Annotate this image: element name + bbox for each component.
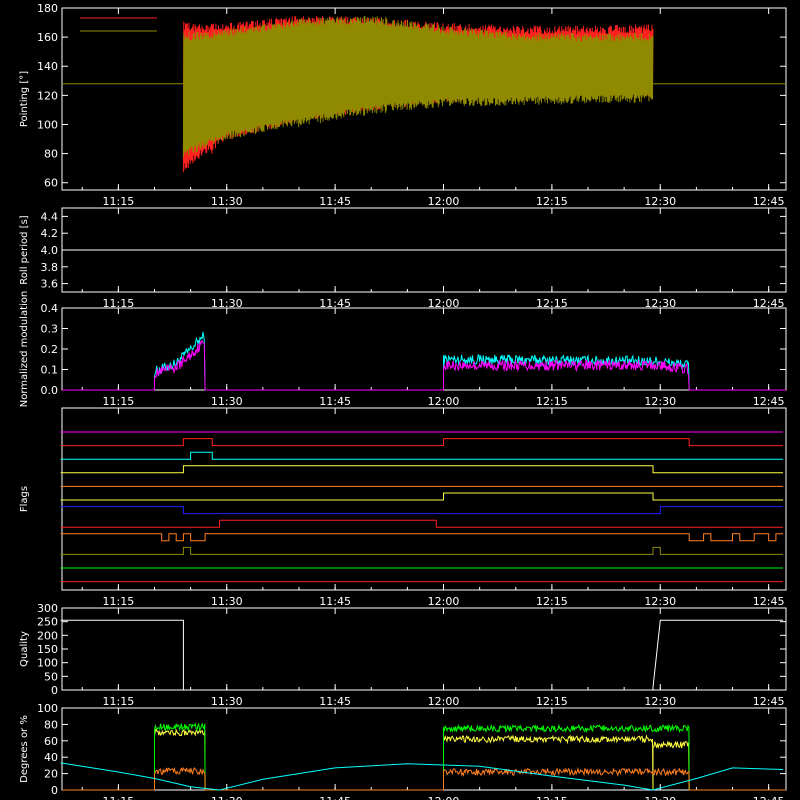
- x-tick-label: 12:45: [753, 595, 785, 608]
- x-tick-label: 11:45: [319, 795, 351, 800]
- x-tick-label: 12:15: [536, 595, 568, 608]
- x-tick-label: 12:00: [428, 795, 460, 800]
- x-tick-label: 12:45: [753, 195, 785, 208]
- pointing-traces: [62, 15, 786, 173]
- flag-trace-flare_flag: [60, 492, 784, 501]
- y-tick-label: 20: [44, 768, 58, 781]
- y-tick-label: 0.4: [41, 302, 59, 315]
- y-tick-label: 3.8: [41, 261, 59, 274]
- x-tick-label: 12:45: [753, 695, 785, 708]
- y-tick-label: 160: [37, 31, 58, 44]
- y-tick-label: 40: [44, 751, 58, 764]
- series-geomagnetic-latitude: [60, 762, 784, 791]
- x-tick-label: 11:30: [211, 395, 243, 408]
- x-tick-label: 12:00: [428, 595, 460, 608]
- y-tick-label: 140: [37, 60, 58, 73]
- legend: [80, 17, 157, 32]
- y-tick-label: 0: [51, 784, 58, 797]
- plot-frame: [61, 407, 787, 591]
- x-tick-label: 12:30: [644, 795, 676, 800]
- x-tick-label: 11:15: [103, 595, 135, 608]
- x-tick-label: 11:15: [103, 795, 135, 800]
- x-tick-label: 12:00: [428, 695, 460, 708]
- x-tick-label: 12:30: [644, 395, 676, 408]
- y-tick-label: 3.6: [41, 278, 59, 291]
- y-axis-label: Roll period [s]: [19, 215, 30, 284]
- x-tick-label: 11:45: [319, 695, 351, 708]
- panel-modulation: 11:15 11:30 11:45 12:00 12:15 12:30 12:45 Norma…: [19, 291, 787, 408]
- plot-frame: [61, 307, 787, 391]
- x-tick-label: 12:15: [536, 195, 568, 208]
- series-max_det_vs_tot: [62, 766, 786, 791]
- flag-trace-gap_flag: [60, 438, 784, 447]
- y-tick-label: 80: [44, 148, 58, 161]
- y-tick-label: 50: [44, 670, 58, 683]
- x-tick-label: 11:30: [211, 695, 243, 708]
- y-tick-label: 100: [37, 702, 58, 715]
- panel-roll_period: 11:15 11:30 11:45 12:00 12:15 12:30 12:45Roll …: [19, 207, 787, 310]
- y-tick-label: 150: [37, 643, 58, 656]
- y-tick-label: 120: [37, 89, 58, 102]
- x-tick-label: 11:45: [319, 595, 351, 608]
- x-tick-label: 12:30: [644, 695, 676, 708]
- flag-trace-eclipse_flag: [60, 506, 784, 515]
- y-tick-label: 100: [37, 657, 58, 670]
- y-tick-label: 0: [51, 684, 58, 697]
- y-axis-label: Pointing [°]: [19, 71, 30, 127]
- flag-trace-aaz_flag: [60, 546, 784, 555]
- x-tick-label: 11:15: [103, 695, 135, 708]
- y-tick-label: 180: [37, 2, 58, 15]
- y-tick-label: 0.1: [41, 364, 59, 377]
- x-tick-label: 11:15: [103, 195, 135, 208]
- panel-front_ratio: 11:15 11:30 11:45 12:00 12:15 12:30 12:45 Degre…: [19, 702, 787, 800]
- flag-trace-possible_flare: [60, 451, 784, 460]
- y-axis-label: Quality: [19, 631, 30, 667]
- flag-trace-sc_in_sunlight: [60, 465, 784, 474]
- x-tick-label: 11:15: [103, 395, 135, 408]
- x-tick-label: 12:30: [644, 195, 676, 208]
- y-tick-label: 300: [37, 602, 58, 615]
- series-front_ratio: [62, 728, 786, 791]
- y-tick-label: 4.0: [41, 244, 59, 257]
- y-tick-label: 200: [37, 629, 58, 642]
- x-tick-label: 12:30: [644, 595, 676, 608]
- y-tick-label: 100: [37, 118, 58, 131]
- series-collimator-9: [62, 339, 786, 391]
- y-tick-label: 80: [44, 718, 58, 731]
- y-axis-label: Flags: [19, 486, 30, 512]
- quality-trace: [60, 619, 784, 691]
- y-tick-label: 0.0: [41, 384, 59, 397]
- observation-summary-plot: 11:15 11:30 11:45 12:00 12:15 12:30 12:45 Point…: [19, 2, 787, 800]
- panel-quality: 11:15 11:30 11:45 12:00 12:15 12:30 12:45 Quali…: [19, 602, 787, 708]
- y-tick-label: 250: [37, 616, 58, 629]
- panel-pointing: 11:15 11:30 11:45 12:00 12:15 12:30 12:45 Point…: [19, 2, 787, 208]
- plot-frame: [61, 707, 787, 791]
- x-tick-label: 11:45: [319, 195, 351, 208]
- panel-flags: 11:15 11:30 11:45 12:00 12:15 12:30 12:45 Flags: [19, 407, 787, 608]
- y-tick-label: 4.4: [41, 210, 59, 223]
- x-tick-label: 12:00: [428, 395, 460, 408]
- y-tick-label: 0.3: [41, 323, 59, 336]
- flag-trace-particle_flag: [60, 533, 784, 542]
- flag-trace-saa_flag: [60, 519, 784, 528]
- y-tick-label: 60: [44, 735, 58, 748]
- x-tick-label: 12:15: [536, 395, 568, 408]
- x-tick-label: 12:15: [536, 795, 568, 800]
- x-tick-label: 11:30: [211, 595, 243, 608]
- y-axis-label: Degrees or %: [19, 715, 30, 783]
- y-tick-label: 60: [44, 177, 58, 190]
- x-tick-label: 12:15: [536, 695, 568, 708]
- series-y: [182, 15, 654, 158]
- x-tick-label: 11:30: [211, 195, 243, 208]
- series-collimator-8: [62, 331, 786, 391]
- y-tick-label: 0.2: [41, 343, 59, 356]
- y-axis-label: Normalized modulation: [19, 291, 30, 408]
- x-tick-label: 11:45: [319, 395, 351, 408]
- y-tick-label: 4.2: [41, 227, 59, 240]
- x-tick-label: 12:45: [753, 395, 785, 408]
- x-tick-label: 12:00: [428, 195, 460, 208]
- x-tick-label: 11:30: [211, 795, 243, 800]
- x-tick-label: 12:45: [753, 795, 785, 800]
